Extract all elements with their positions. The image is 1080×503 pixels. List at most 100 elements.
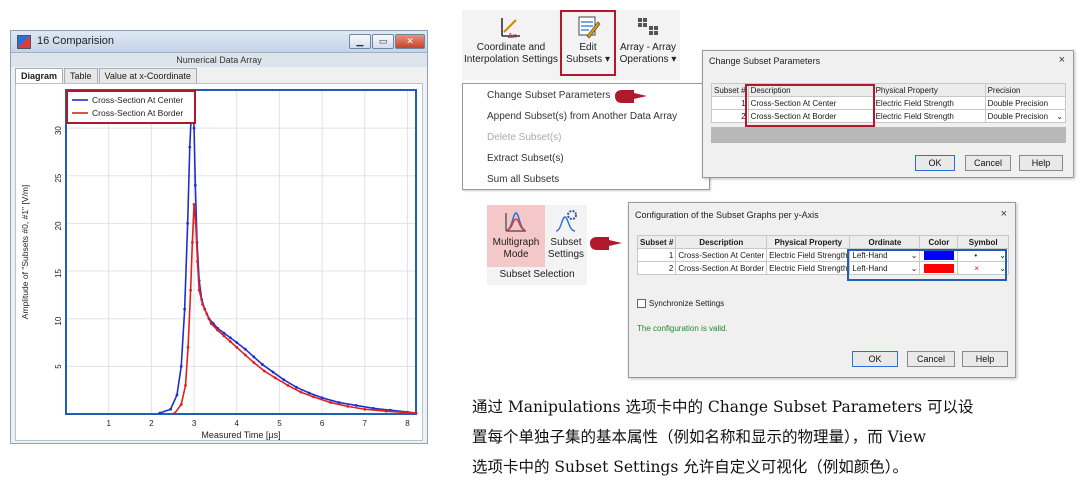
- menu-item-append-subsets[interactable]: Append Subset(s) from Another Data Array: [487, 111, 677, 122]
- maximize-icon[interactable]: ▭: [372, 34, 394, 49]
- x-tick-label: 1: [106, 419, 111, 428]
- menu-item-extract-subsets[interactable]: Extract Subset(s): [487, 153, 564, 164]
- chevron-down-icon: ⌄: [1056, 111, 1063, 121]
- plot-frame: [65, 89, 417, 415]
- tab-table[interactable]: Table: [64, 68, 98, 83]
- data-point: [286, 384, 290, 387]
- cell-physical-property[interactable]: Electric Field Strength: [872, 96, 986, 110]
- description-highlight: [745, 84, 875, 127]
- coordinate-label-2: Interpolation Settings: [464, 54, 558, 65]
- pointing-hand-icon: [590, 237, 622, 250]
- data-point: [169, 407, 172, 411]
- col-header-ordinate: Ordinate: [849, 235, 921, 249]
- tab-diagram[interactable]: Diagram: [15, 68, 64, 83]
- data-point: [184, 384, 187, 387]
- data-point: [201, 303, 204, 306]
- help-button[interactable]: Help: [1019, 155, 1063, 171]
- data-point: [173, 411, 177, 415]
- subset-settings-icon: [555, 210, 577, 232]
- cancel-button[interactable]: Cancel: [907, 351, 955, 367]
- group-label: Subset Selection: [499, 269, 575, 280]
- dialog-title: Change Subset Parameters: [709, 56, 821, 66]
- data-point: [186, 222, 190, 225]
- app-icon: [17, 35, 31, 49]
- x-tick-label: 3: [192, 419, 197, 428]
- coordinate-label-1: Coordinate and: [476, 42, 546, 53]
- svg-text:Δx: Δx: [508, 32, 517, 40]
- precision-select[interactable]: Double Precision ⌄: [984, 109, 1067, 123]
- data-point: [228, 340, 232, 343]
- comparison-window: 16 Comparision ▁ ▭ ✕ Numerical Data Arra…: [10, 30, 428, 444]
- data-point: [329, 401, 333, 404]
- y-tick-label: 10: [54, 316, 63, 325]
- subset-settings-button[interactable]: Subset Settings: [545, 205, 587, 267]
- cell-physical-property: Electric Field Strength: [766, 261, 851, 275]
- coordinate-settings-button[interactable]: Δx Coordinate and Interpolation Settings: [462, 10, 560, 80]
- data-point: [295, 385, 298, 389]
- data-point: [260, 363, 264, 366]
- data-point: [216, 328, 219, 332]
- y-tick-label: 25: [54, 173, 63, 182]
- menu-item-change-subset-parameters[interactable]: Change Subset Parameters: [487, 90, 610, 101]
- data-point: [307, 391, 311, 395]
- col-header-subset: Subset #: [711, 83, 749, 97]
- paragraph-line-1: 通过 Manipulations 选项卡中的 Change Subset Par…: [472, 398, 974, 416]
- col-header-description: Description: [675, 235, 768, 249]
- synchronize-label: Synchronize Settings: [649, 299, 725, 308]
- col-header-color: Color: [919, 235, 959, 249]
- tab-value-at-x[interactable]: Value at x-Coordinate: [98, 68, 197, 83]
- y-tick-label: 15: [54, 269, 63, 278]
- data-point: [243, 353, 247, 357]
- data-point: [186, 345, 190, 349]
- y-tick-label: 20: [54, 221, 63, 230]
- data-point: [228, 336, 232, 340]
- data-point: [263, 369, 266, 373]
- ok-button[interactable]: OK: [852, 351, 898, 367]
- array-operations-button[interactable]: Array - Array Operations ▾: [616, 10, 680, 80]
- precision-select-value: Double Precision: [987, 111, 1049, 121]
- data-point: [183, 307, 187, 311]
- data-point: [299, 390, 303, 394]
- cell-physical-property: Electric Field Strength: [766, 248, 851, 262]
- dialog-title: Configuration of the Subset Graphs per y…: [635, 210, 819, 220]
- data-point: [190, 241, 194, 244]
- y-axis-label: Amplitude of "Subsets #0, #1" [V/m]: [20, 185, 30, 320]
- multigraph-mode-button[interactable]: Multigraph Mode: [487, 205, 545, 267]
- minimize-icon[interactable]: ▁: [349, 34, 371, 49]
- col-header-subset: Subset #: [636, 235, 677, 249]
- col-header-symbol: Symbol: [957, 235, 1009, 249]
- array-ops-label-2: Operations ▾: [619, 54, 677, 65]
- menu-item-delete-subsets: Delete Subset(s): [487, 132, 562, 143]
- data-point: [271, 370, 275, 374]
- cancel-button[interactable]: Cancel: [965, 155, 1011, 171]
- cell-precision[interactable]: Double Precision: [984, 96, 1067, 110]
- cell-subset-number: 2: [711, 109, 749, 123]
- cell-description: Cross-Section At Border: [675, 261, 768, 275]
- series-line-2: [174, 204, 417, 414]
- close-icon[interactable]: ×: [1059, 54, 1065, 66]
- multigraph-label-1: Multigraph: [492, 237, 540, 248]
- x-tick-label: 4: [235, 419, 240, 428]
- cell-description: Cross-Section At Center: [675, 248, 768, 262]
- synchronize-settings-checkbox[interactable]: Synchronize Settings: [637, 299, 725, 309]
- data-point: [282, 378, 286, 382]
- data-point: [235, 345, 239, 349]
- window-titlebar[interactable]: 16 Comparision ▁ ▭ ✕: [11, 31, 427, 53]
- x-tick-label: 5: [277, 419, 282, 428]
- ok-button[interactable]: OK: [915, 155, 955, 171]
- array-header: Numerical Data Array: [11, 53, 427, 67]
- close-icon[interactable]: ×: [1001, 208, 1007, 220]
- data-point: [243, 347, 247, 351]
- data-point: [179, 403, 183, 406]
- data-point: [346, 404, 350, 408]
- col-header-physical-property: Physical Property: [766, 235, 851, 249]
- close-icon[interactable]: ✕: [395, 34, 425, 49]
- edit-subsets-highlight: [560, 10, 616, 76]
- help-button[interactable]: Help: [962, 351, 1008, 367]
- cell-physical-property[interactable]: Electric Field Strength: [872, 109, 986, 123]
- array-ops-label-1: Array - Array: [619, 42, 677, 53]
- checkbox-box[interactable]: [637, 299, 646, 309]
- subset-settings-label-1: Subset: [550, 237, 582, 248]
- edit-subsets-menu: Change Subset Parameters Append Subset(s…: [462, 83, 710, 190]
- menu-item-sum-all-subsets[interactable]: Sum all Subsets: [487, 174, 559, 185]
